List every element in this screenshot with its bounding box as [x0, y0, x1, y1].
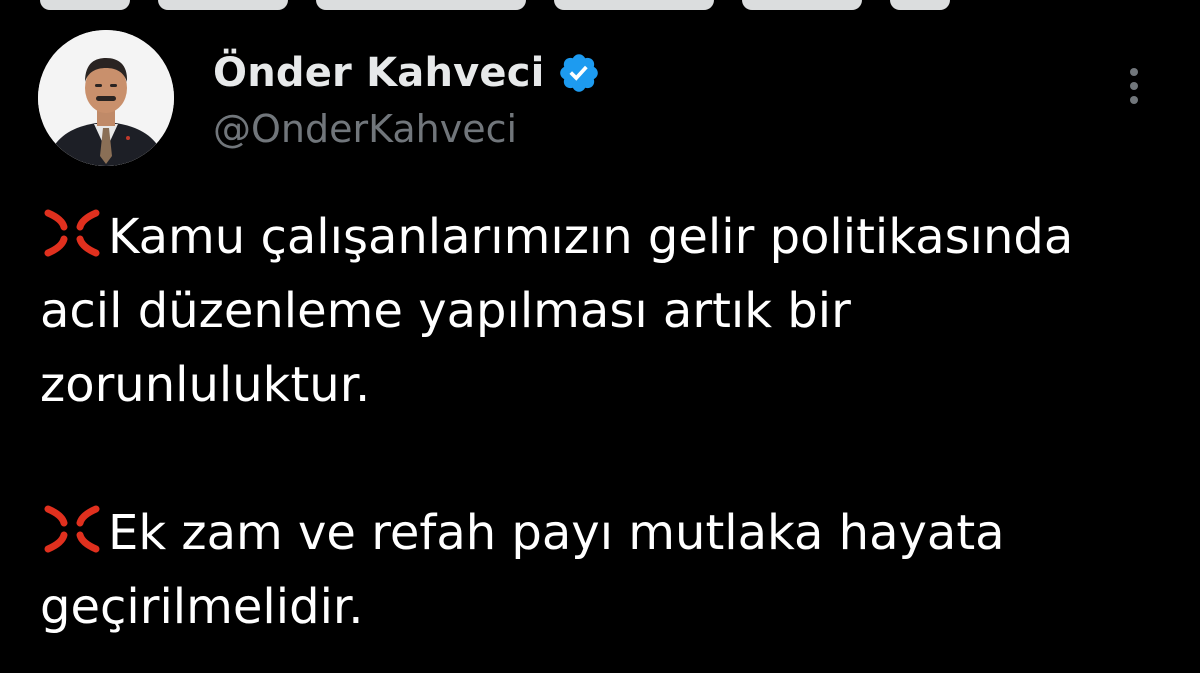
tweet-paragraph-text: Kamu çalışanlarımızın gelir politikasınd… — [40, 209, 1074, 413]
tweet-paragraph: Kamu çalışanlarımızın gelir politikasınd… — [40, 200, 1170, 422]
verified-badge-icon — [559, 54, 598, 92]
tweet-paragraph-text: Ek zam ve refah payı mutlaka hayata geçi… — [40, 505, 1005, 635]
author-handle[interactable]: @OnderKahveci — [213, 104, 517, 154]
author-display-name[interactable]: Önder Kahveci — [213, 48, 545, 98]
tweet-card[interactable]: Önder Kahveci @OnderKahveci Kamu çalışan… — [0, 0, 1200, 673]
more-options-icon[interactable] — [1120, 62, 1148, 110]
tweet-paragraph: Ek zam ve refah payı mutlaka hayata geçi… — [40, 496, 1170, 644]
anger-symbol-icon — [44, 209, 100, 257]
tweet-text: Kamu çalışanlarımızın gelir politikasınd… — [40, 200, 1170, 644]
profile-avatar-image — [38, 30, 174, 166]
anger-symbol-icon — [44, 505, 100, 553]
author-name-row[interactable]: Önder Kahveci — [213, 48, 601, 98]
profile-avatar[interactable] — [38, 30, 174, 166]
